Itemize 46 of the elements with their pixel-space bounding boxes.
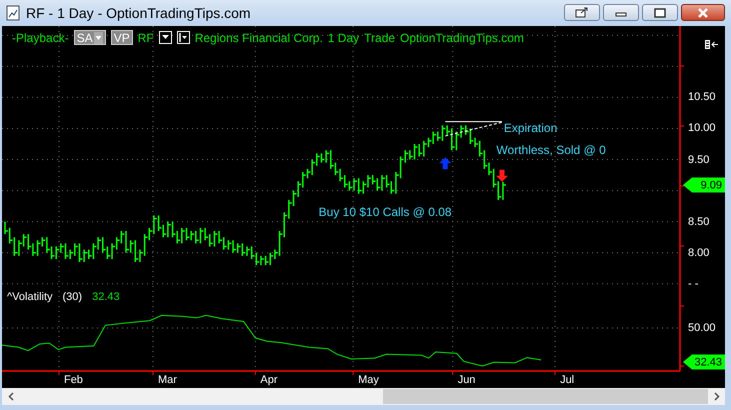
month-label: Jul xyxy=(560,374,574,386)
bar-menu-icon[interactable] xyxy=(176,31,190,44)
popout-button[interactable] xyxy=(564,4,600,21)
month-label: May xyxy=(358,374,379,386)
trend-line xyxy=(444,121,503,122)
indicator-name: ^Volatility xyxy=(7,291,53,303)
dropdown-icon xyxy=(94,32,103,44)
down-arrow-icon xyxy=(496,170,508,182)
dropdown-icon[interactable] xyxy=(158,31,172,44)
minimize-button[interactable] xyxy=(603,4,639,21)
up-arrow-icon xyxy=(439,157,452,170)
month-label: Feb xyxy=(64,374,83,386)
axis-label: 8.50 xyxy=(688,216,710,228)
company-name: Regions Financial Corp. xyxy=(194,30,323,44)
popout-icon xyxy=(575,7,589,18)
indicator-value: 32.43 xyxy=(92,291,120,303)
maximize-icon xyxy=(654,8,666,18)
playback-label[interactable]: -Playback- xyxy=(12,30,69,44)
month-label: Apr xyxy=(260,374,278,386)
close-button[interactable] xyxy=(681,4,725,21)
axis-label: 8.00 xyxy=(688,246,710,259)
horizontal-scrollbar[interactable] xyxy=(2,388,725,405)
dashed-trend-line xyxy=(444,122,503,136)
panel-arrow-icon[interactable] xyxy=(705,40,719,49)
mode-label: Trade xyxy=(364,30,396,44)
axis-label: 9.50 xyxy=(688,154,710,166)
chart-note: Buy 10 $10 Calls @ 0.08 xyxy=(318,204,452,219)
price-tag: 9.09 xyxy=(683,178,725,193)
axis-label: 10.00 xyxy=(688,122,716,134)
axis-label: 10.50 xyxy=(688,91,716,104)
symbol-label[interactable]: RF xyxy=(138,30,154,44)
interval-label: 1 Day xyxy=(328,30,360,44)
scroll-thumb[interactable] xyxy=(383,389,708,404)
site-label: OptionTradingTips.com xyxy=(400,30,524,44)
axis-label: - - xyxy=(688,278,698,290)
maximize-button[interactable] xyxy=(642,4,678,21)
indicator-period: (30) xyxy=(62,291,82,303)
axis-label: 50.00 xyxy=(688,322,716,334)
chart-window-icon xyxy=(6,5,20,21)
close-icon xyxy=(697,8,709,18)
chart-note: Expiration xyxy=(504,120,558,135)
window-title: RF - 1 Day - OptionTradingTips.com xyxy=(26,5,252,21)
chart-note: Worthless, Sold @ 0 xyxy=(496,143,606,158)
month-label: Mar xyxy=(158,374,177,386)
volatility-tag: 32.43 xyxy=(683,354,725,370)
month-label: Jun xyxy=(458,374,476,386)
